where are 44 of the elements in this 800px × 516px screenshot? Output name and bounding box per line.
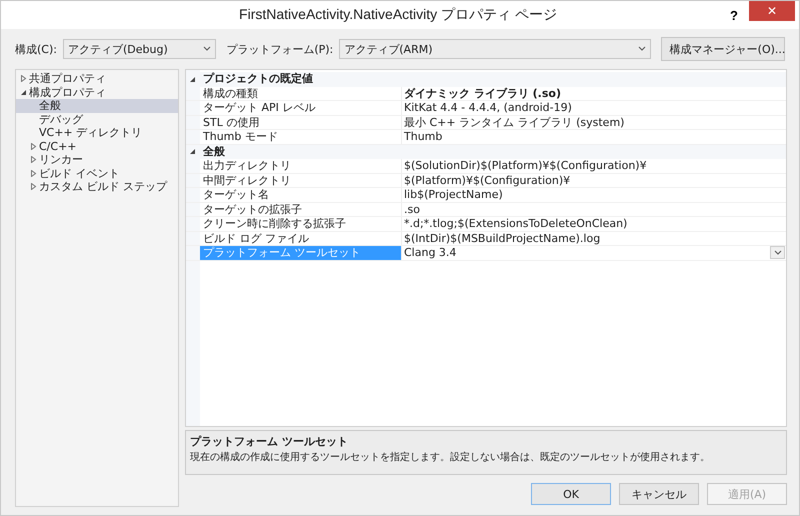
tree-item[interactable]: リンカー bbox=[16, 153, 178, 166]
configuration-manager-button[interactable]: 構成マネージャー(O)... bbox=[660, 37, 785, 61]
configuration-label: 構成(C): bbox=[15, 42, 57, 56]
property-value: Clang 3.4 bbox=[404, 246, 456, 260]
tree-item[interactable]: 共通プロパティ bbox=[16, 72, 178, 86]
property-value: Thumb bbox=[404, 130, 442, 144]
tree-item[interactable]: デバッグ bbox=[16, 112, 178, 126]
property-value: $(Platform)¥$(Configuration)¥ bbox=[404, 174, 570, 187]
expanded-triangle-icon[interactable] bbox=[20, 88, 27, 96]
configuration-dropdown[interactable]: アクティブ(Debug) bbox=[62, 39, 216, 59]
chevron-down-icon bbox=[638, 46, 646, 52]
category-header: 全般 bbox=[202, 144, 225, 159]
property-value: *.d;*.tlog;$(ExtensionsToDeleteOnClean) bbox=[404, 217, 628, 230]
property-value: 最小 C++ ランタイム ライブラリ (system) bbox=[404, 114, 624, 130]
property-value: ダイナミック ライブラリ (.so) bbox=[404, 86, 561, 101]
description-text: 現在の構成の作成に使用するツールセットを指定します。設定しない場合は、既定のツールセットが使用されます。 bbox=[190, 450, 711, 464]
collapsed-triangle-icon[interactable] bbox=[20, 75, 27, 82]
tree-item[interactable]: 構成プロパティ bbox=[16, 86, 178, 99]
property-name[interactable]: 構成の種類 bbox=[200, 86, 402, 100]
dialog-button[interactable]: キャンセル bbox=[619, 483, 699, 505]
platform-dropdown[interactable]: アクティブ(ARM) bbox=[339, 39, 651, 59]
platform-label: プラットフォーム(P): bbox=[226, 42, 334, 56]
property-value: $(IntDir)$(MSBuildProjectName).log bbox=[404, 232, 600, 245]
property-value: .so bbox=[404, 202, 420, 216]
property-value: lib$(ProjectName) bbox=[404, 188, 503, 202]
help-button[interactable]: ? bbox=[719, 4, 749, 26]
dropdown-button[interactable] bbox=[770, 246, 785, 260]
window-title: FirstNativeActivity.NativeActivity プロパティ ページ bbox=[238, 6, 558, 24]
tree-item[interactable]: 全般 bbox=[16, 99, 178, 112]
tree-item[interactable]: VC++ ディレクトリ bbox=[16, 126, 178, 140]
description-title: プラットフォーム ツールセット bbox=[190, 434, 349, 449]
tree-item[interactable]: ビルド イベント bbox=[16, 166, 178, 180]
chevron-down-icon bbox=[203, 46, 212, 52]
property-value: KitKat 4.4 - 4.4.4, (android-19) bbox=[404, 101, 572, 114]
expanded-triangle-icon[interactable] bbox=[188, 148, 196, 156]
chevron-down-icon bbox=[774, 250, 782, 256]
tree-item[interactable]: カスタム ビルド ステップ bbox=[16, 180, 178, 194]
property-name[interactable]: Thumb モード bbox=[200, 130, 402, 144]
property-value: $(SolutionDir)$(Platform)¥$(Configuration)¥ bbox=[404, 159, 647, 172]
tree-item[interactable]: C/C++ bbox=[16, 140, 178, 153]
expanded-triangle-icon[interactable] bbox=[188, 76, 196, 83]
category-header: プロジェクトの既定値 bbox=[202, 72, 313, 86]
close-button[interactable]: ✕ bbox=[749, 1, 795, 21]
dialog-button[interactable]: OK bbox=[531, 483, 611, 505]
